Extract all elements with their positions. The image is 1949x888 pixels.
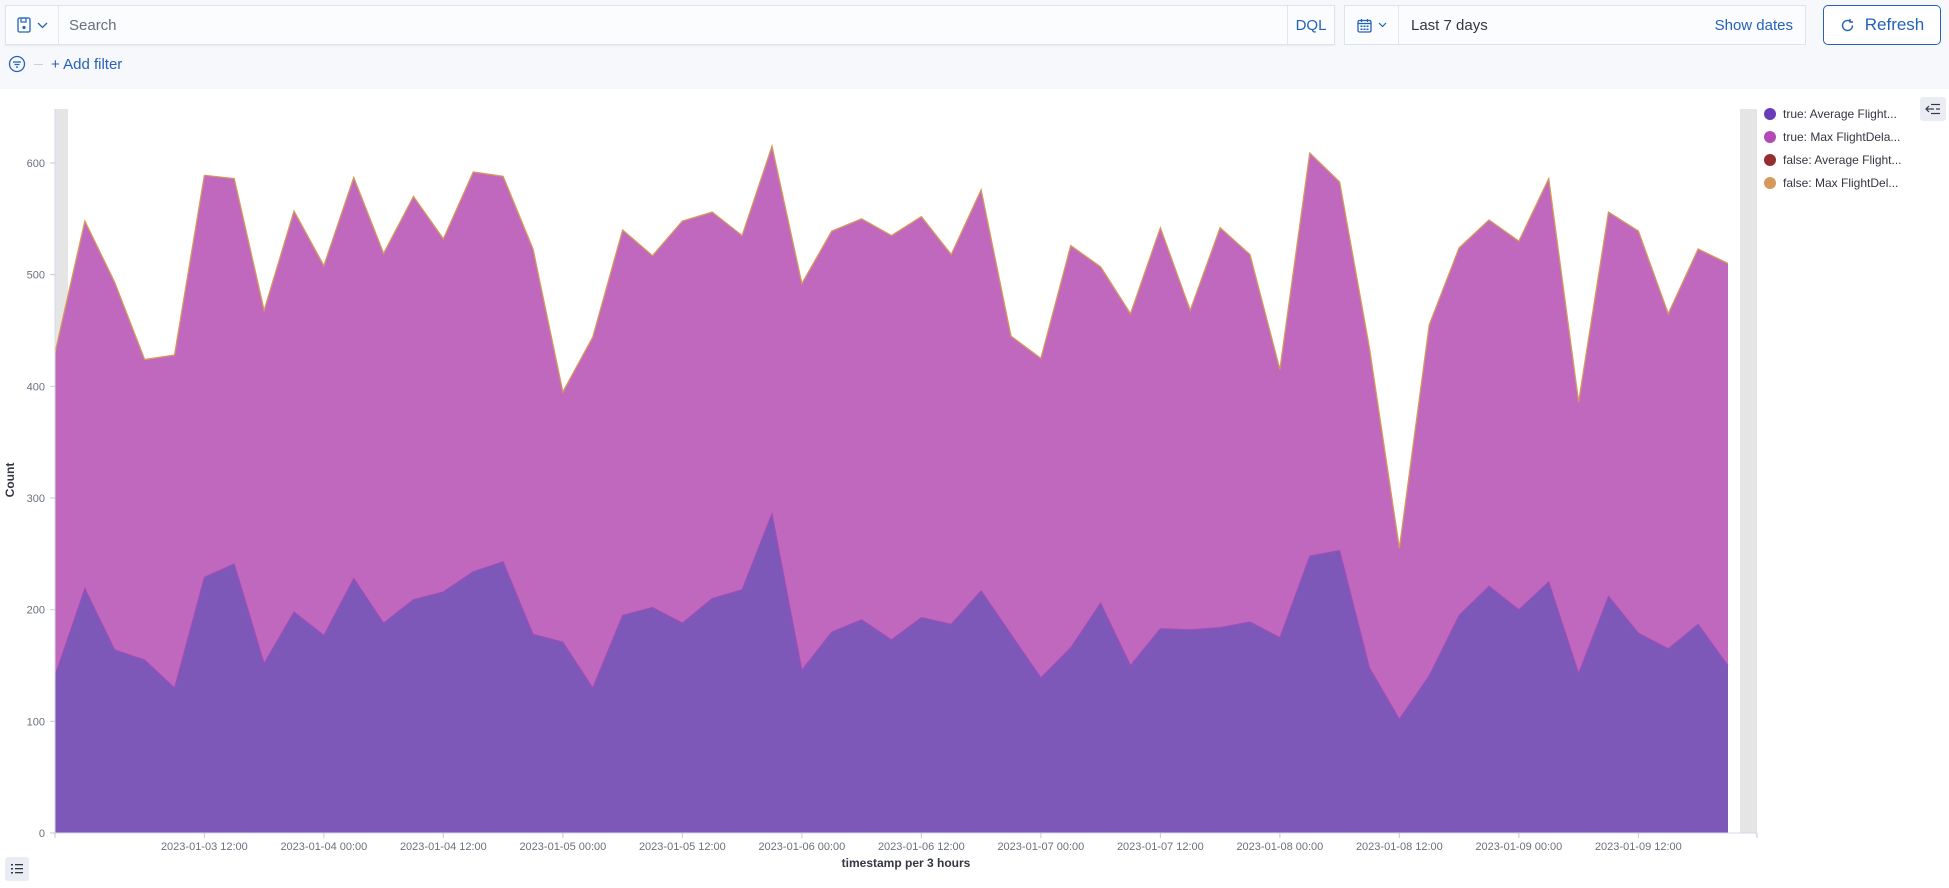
x-tick-label: 2023-01-03 12:00: [161, 841, 248, 853]
y-tick-label: 400: [27, 381, 45, 393]
refresh-icon: [1841, 18, 1853, 31]
legend-collapse-icon: [1925, 103, 1940, 115]
x-tick-label: 2023-01-04 12:00: [400, 841, 487, 853]
inspect-table-button[interactable]: [5, 857, 29, 881]
x-tick-label: 2023-01-05 00:00: [519, 841, 606, 853]
legend-toggle-button[interactable]: [1920, 97, 1946, 121]
y-tick-label: 100: [27, 716, 45, 728]
x-tick-label: 2023-01-09 00:00: [1475, 841, 1562, 853]
area-chart: 0 100 200 300 400 500 600 2023-01-03 12:00 2023-…: [3, 109, 1758, 870]
legend-item[interactable]: true: Max FlightDela...: [1764, 125, 1902, 148]
right-band: [1740, 109, 1757, 833]
x-tick-label: 2023-01-04 00:00: [280, 841, 367, 853]
x-tick-label: 2023-01-09 12:00: [1595, 841, 1682, 853]
legend-item[interactable]: true: Average Flight...: [1764, 102, 1902, 125]
legend-label: true: Average Flight...: [1783, 106, 1897, 121]
x-tick-label: 2023-01-08 00:00: [1236, 841, 1323, 853]
x-tick-label: 2023-01-06 00:00: [758, 841, 845, 853]
x-tick-label: 2023-01-08 12:00: [1356, 841, 1443, 853]
x-tick-label: 2023-01-07 00:00: [997, 841, 1084, 853]
legend: true: Average Flight... true: Max FlightD…: [1764, 102, 1902, 194]
y-tick-label: 500: [27, 270, 45, 282]
legend-item[interactable]: false: Average Flight...: [1764, 148, 1902, 171]
legend-color-dot: [1764, 107, 1776, 120]
y-tick-label: 0: [39, 828, 45, 840]
refresh-label: Refresh: [1864, 15, 1925, 34]
legend-item[interactable]: false: Max FlightDel...: [1764, 171, 1902, 194]
y-tick-label: 200: [27, 605, 45, 617]
legend-color-dot: [1764, 130, 1776, 143]
y-axis-title: Count: [3, 463, 17, 498]
y-tick-label: 300: [27, 493, 45, 505]
legend-color-dot: [1764, 153, 1776, 166]
x-tick-label: 2023-01-06 12:00: [878, 841, 965, 853]
legend-label: false: Max FlightDel...: [1783, 175, 1899, 190]
legend-label: true: Max FlightDela...: [1783, 129, 1901, 144]
y-tick-label: 600: [27, 158, 45, 170]
x-tick-label: 2023-01-07 12:00: [1117, 841, 1204, 853]
legend-label: false: Average Flight...: [1783, 152, 1902, 167]
legend-color-dot: [1764, 176, 1776, 189]
x-tick-label: 2023-01-05 12:00: [639, 841, 726, 853]
x-axis-title: timestamp per 3 hours: [842, 856, 971, 870]
list-icon: [11, 864, 23, 874]
refresh-button[interactable]: Refresh: [1823, 5, 1941, 45]
